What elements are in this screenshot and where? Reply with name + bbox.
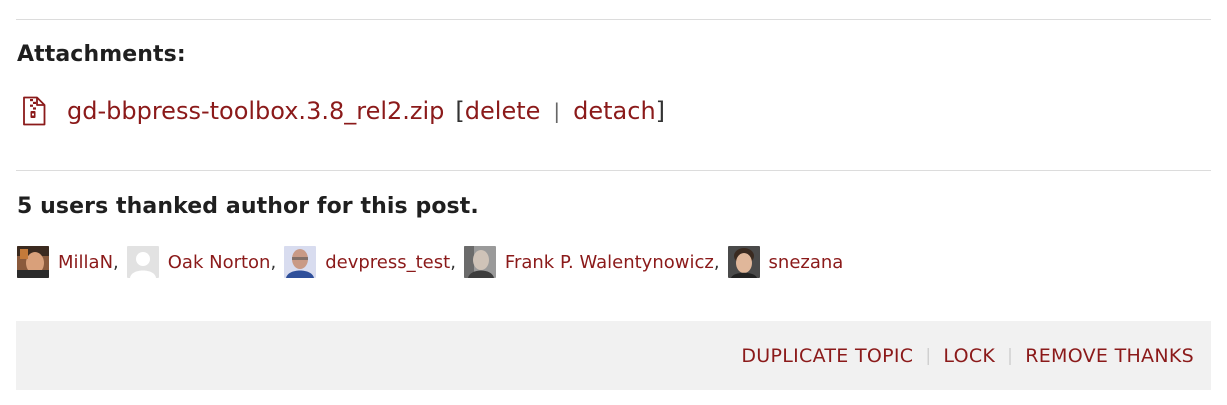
open-bracket: [ bbox=[455, 97, 465, 125]
avatar-placeholder-icon[interactable] bbox=[126, 246, 159, 278]
divider-top bbox=[16, 19, 1211, 20]
duplicate-topic-link[interactable]: DUPLICATE TOPIC bbox=[741, 345, 913, 367]
attachment-item: gd-bbpress-toolbox.3.8_rel2.zip [ delete… bbox=[22, 91, 665, 131]
user-link[interactable]: snezana bbox=[769, 252, 844, 273]
action-separator: | bbox=[925, 346, 932, 366]
delete-attachment-link[interactable]: delete bbox=[465, 97, 541, 125]
user-item: snezana bbox=[727, 246, 844, 278]
avatar-icon[interactable] bbox=[284, 246, 317, 278]
action-separator: | bbox=[1007, 346, 1014, 366]
topic-admin-actions: DUPLICATE TOPIC | LOCK | REMOVE THANKS bbox=[741, 345, 1194, 367]
user-link[interactable]: Oak Norton bbox=[168, 252, 271, 273]
attachment-file-link[interactable]: gd-bbpress-toolbox.3.8_rel2.zip bbox=[67, 97, 444, 125]
attachments-heading: Attachments: bbox=[17, 42, 186, 67]
remove-thanks-link[interactable]: REMOVE THANKS bbox=[1025, 345, 1194, 367]
lock-topic-link[interactable]: LOCK bbox=[943, 345, 995, 367]
avatar-icon[interactable] bbox=[727, 246, 760, 278]
topic-admin-bar: DUPLICATE TOPIC | LOCK | REMOVE THANKS bbox=[16, 321, 1211, 390]
user-item: MillaN, bbox=[17, 246, 119, 278]
user-link[interactable]: MillaN bbox=[58, 252, 113, 273]
user-item: Frank P. Walentynowicz, bbox=[463, 246, 720, 278]
user-link[interactable]: Frank P. Walentynowicz bbox=[505, 252, 714, 273]
user-item: devpress_test, bbox=[284, 246, 456, 278]
avatar-icon[interactable] bbox=[17, 246, 49, 278]
detach-attachment-link[interactable]: detach bbox=[573, 97, 656, 125]
avatar-icon[interactable] bbox=[463, 246, 496, 278]
zip-file-icon bbox=[22, 96, 46, 126]
thanked-users-list: MillaN, Oak Norton, devpress_test, Frank… bbox=[17, 246, 851, 278]
divider-middle bbox=[16, 170, 1211, 171]
thanks-heading: 5 users thanked author for this post. bbox=[17, 194, 479, 219]
user-item: Oak Norton, bbox=[126, 246, 276, 278]
user-link[interactable]: devpress_test bbox=[325, 252, 450, 273]
link-separator: | bbox=[553, 99, 561, 123]
close-bracket: ] bbox=[655, 97, 666, 125]
